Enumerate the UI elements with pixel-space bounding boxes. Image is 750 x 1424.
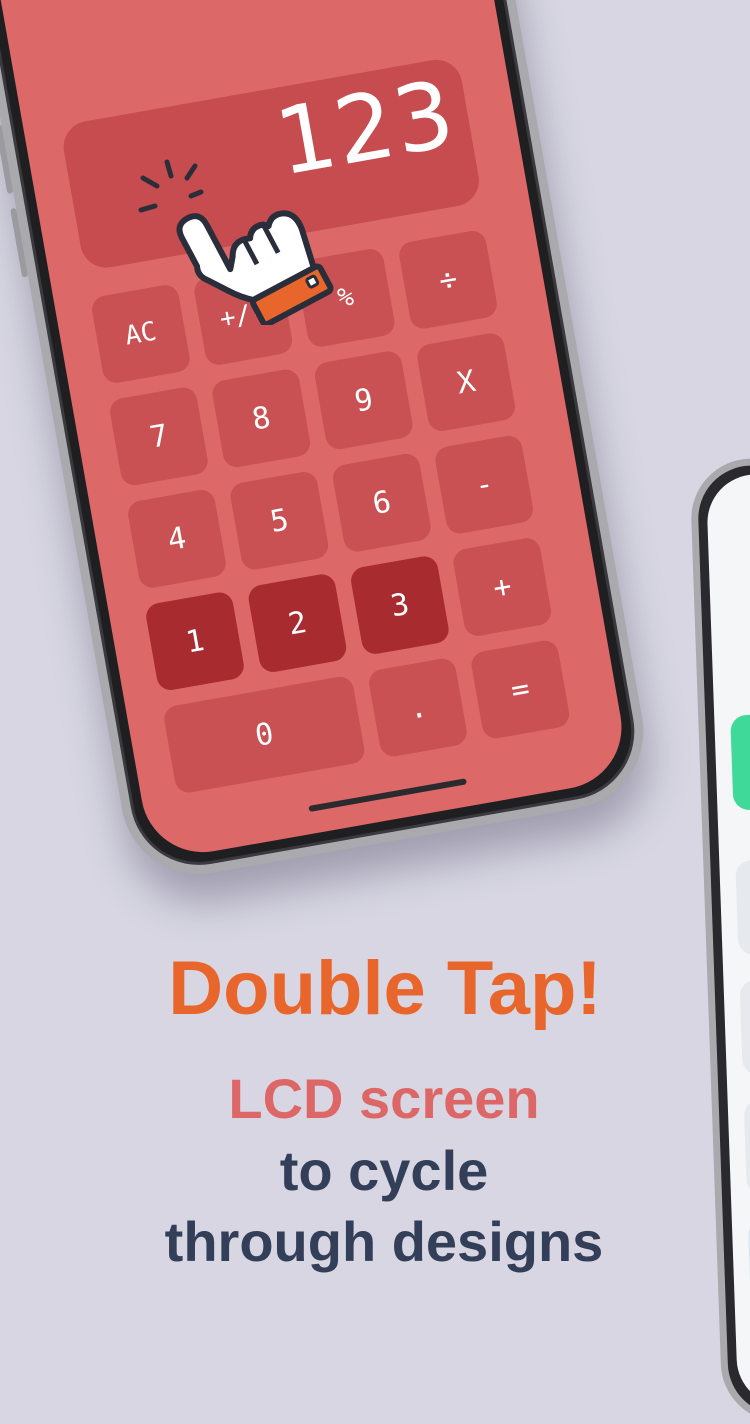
volume-up-button (0, 124, 14, 194)
phone-mockup: 123 AC +/- % ÷ 7 8 9 X 4 5 6 - 1 2 3 + 0… (0, 0, 656, 887)
caption-line-highlight: LCD screen (228, 1067, 540, 1130)
multiply-key[interactable]: X (415, 331, 518, 434)
plus-key[interactable]: + (451, 536, 554, 639)
eight-key[interactable]: 8 (210, 367, 313, 470)
nine-key[interactable]: 9 (312, 349, 415, 452)
six-key[interactable]: 6 (330, 451, 433, 554)
two-key[interactable]: 2 (246, 572, 349, 675)
tap-hand-icon (138, 159, 334, 325)
color-tile (730, 711, 750, 811)
three-key[interactable]: 3 (348, 554, 451, 657)
color-tile (735, 856, 750, 956)
minus-key[interactable]: - (433, 433, 536, 536)
equals-key[interactable]: = (469, 638, 572, 741)
headline: Double Tap! (168, 946, 602, 1031)
home-indicator (308, 778, 467, 812)
divide-key[interactable]: ÷ (397, 228, 500, 331)
zero-key[interactable]: 0 (162, 674, 367, 795)
caption-line: through designs (164, 1210, 604, 1273)
four-key[interactable]: 4 (125, 487, 228, 590)
five-key[interactable]: 5 (228, 469, 331, 572)
decimal-key[interactable]: . (366, 656, 469, 759)
one-key[interactable]: 1 (144, 590, 246, 693)
volume-down-button (10, 207, 29, 278)
secondary-phone (689, 449, 750, 1424)
caption-line: to cycle (279, 1139, 489, 1202)
calculator-screen: 123 AC +/- % ÷ 7 8 9 X 4 5 6 - 1 2 3 + 0… (0, 0, 632, 862)
seven-key[interactable]: 7 (107, 385, 210, 488)
